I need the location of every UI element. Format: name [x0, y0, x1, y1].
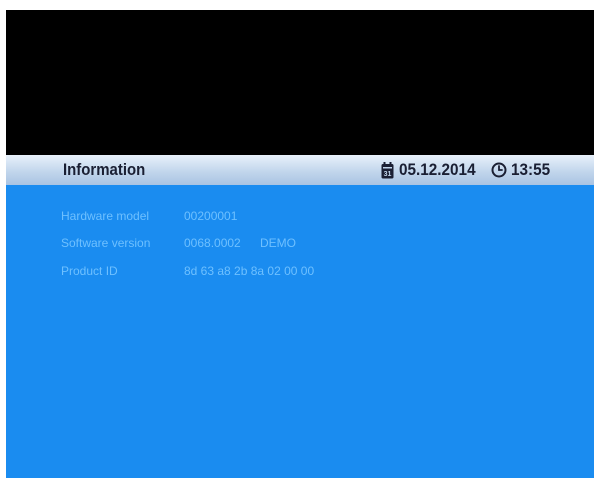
date-time-display: 31 05.12.2014 13:55	[381, 160, 555, 180]
info-value: 0068.0002	[184, 236, 241, 250]
info-value: 00200001	[184, 209, 238, 223]
clock-icon	[491, 162, 507, 178]
time-text: 13:55	[511, 160, 551, 179]
info-label: Software version	[61, 236, 151, 250]
info-label: Product ID	[61, 264, 118, 278]
header-bar: Information 31 05.12.2014 13:55	[6, 155, 594, 185]
tv-screen: Information 31 05.12.2014 13:55 Hardware…	[6, 10, 594, 478]
page-title: Information	[63, 160, 146, 179]
info-extra: DEMO	[260, 236, 296, 250]
date-text: 05.12.2014	[399, 160, 476, 179]
information-panel: Hardware model 00200001 Software version…	[6, 185, 594, 478]
calendar-icon: 31	[381, 161, 394, 178]
info-value: 8d 63 a8 2b 8a 02 00 00	[184, 264, 315, 278]
svg-text:31: 31	[384, 171, 392, 178]
info-label: Hardware model	[61, 209, 150, 223]
